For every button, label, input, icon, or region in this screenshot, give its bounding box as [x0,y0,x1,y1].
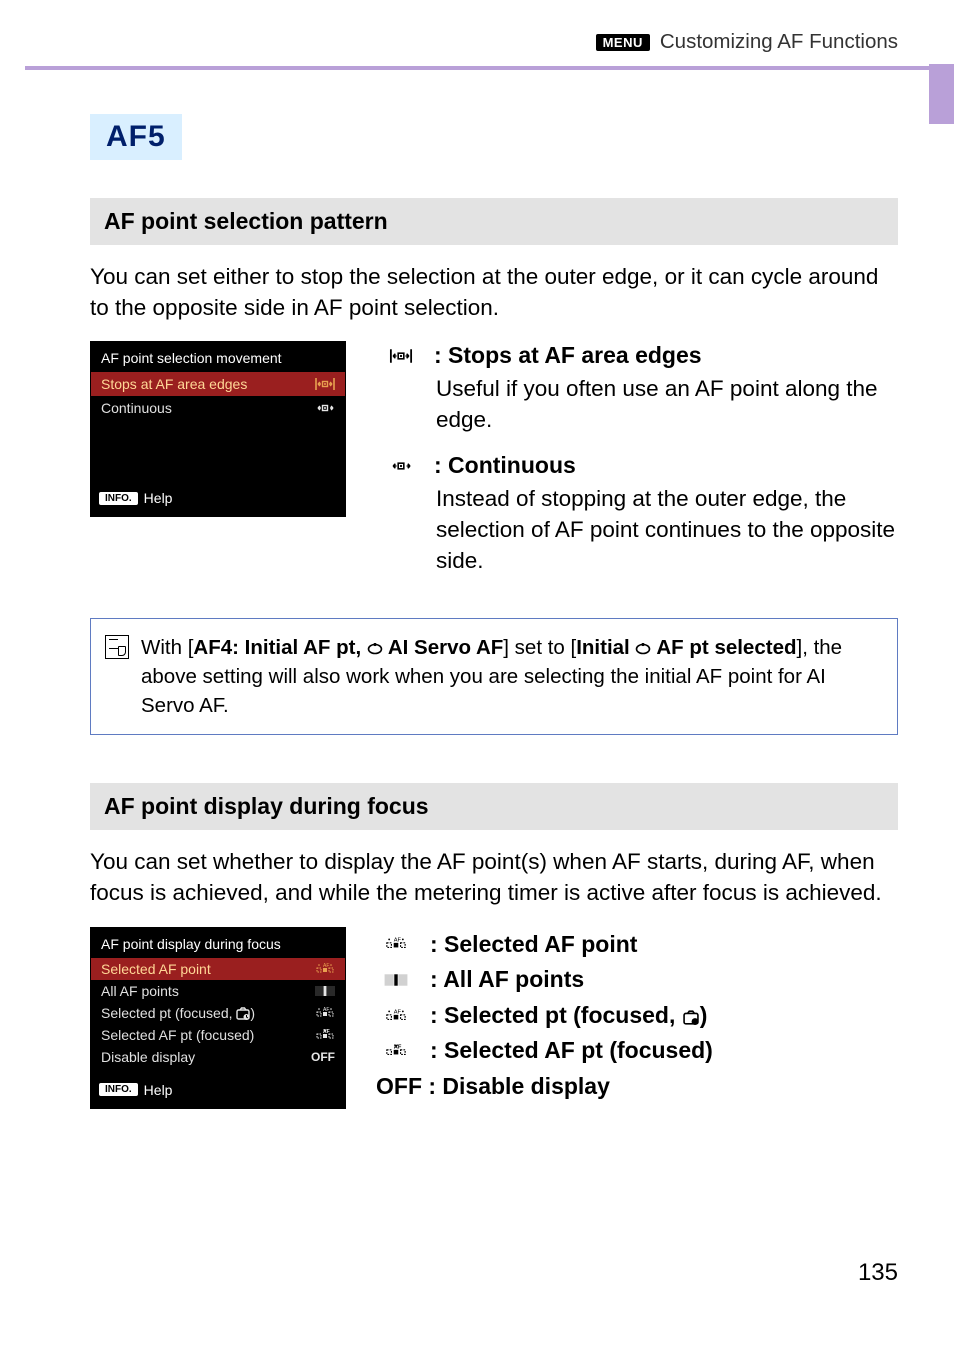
sel-timer-icon [376,1008,416,1024]
off-icon: OFF [311,1050,335,1064]
shot2-title: AF point display during focus [91,928,345,958]
all-icon [376,972,416,988]
stops-edges-icon [376,347,426,365]
af5-badge: AF5 [90,114,182,160]
section-title-1: AF point selection pattern [90,198,898,245]
option-disable-display: OFF : Disable display [376,1069,898,1105]
breadcrumb: MENU Customizing AF Functions [596,30,898,54]
shot1-item-0-label: Stops at AF area edges [101,376,247,392]
help-label-2: Help [144,1082,173,1098]
shot2-item-1[interactable]: All AF points [91,980,345,1002]
menu-badge: MENU [596,34,650,51]
section1-intro: You can set either to stop the selection… [90,261,898,323]
sel-solid-icon [315,1028,335,1042]
wrap-icon [315,400,335,416]
option-selected-pt-focused-timer: : Selected pt (focused, ) [376,998,898,1034]
info-badge[interactable]: INFO. [99,492,138,505]
shot2-item-0[interactable]: Selected AF point [91,958,345,980]
sel-icon [376,936,416,952]
section1-explain: : Stops at AF area edges Useful if you o… [376,341,898,592]
shot2-item-4[interactable]: Disable display OFF [91,1046,345,1068]
breadcrumb-text: Customizing AF Functions [660,30,898,54]
section2-options: : Selected AF point : All AF points : Se… [376,927,898,1105]
note-text: With [AF4: Initial AF pt, AI Servo AF] s… [141,633,879,720]
shot2-item-2[interactable]: Selected pt (focused, ) [91,1002,345,1024]
opt1-desc: Useful if you often use an AF point alon… [436,373,898,435]
shot2-item-3-label: Selected AF pt (focused) [101,1027,254,1043]
header-rule [25,66,929,70]
sel-timer-icon [315,1006,335,1020]
stops-edges-icon [315,376,335,392]
section-tab [929,64,954,124]
section2-intro: You can set whether to display the AF po… [90,846,898,908]
page-number: 135 [0,1139,954,1317]
note-icon [105,635,129,659]
shot2-item-2-label: Selected pt (focused, ) [101,1005,255,1021]
option-selected-af-point: : Selected AF point [376,927,898,963]
shot2-item-1-label: All AF points [101,983,179,999]
shot1-footer: INFO. Help [91,486,345,510]
shot1-title: AF point selection movement [91,342,345,372]
page-header: MENU Customizing AF Functions [0,0,954,60]
wrap-icon [376,457,426,475]
option-all-af-points: : All AF points [376,962,898,998]
shot2-footer: INFO. Help [91,1078,345,1102]
opt1-title: : Stops at AF area edges [434,341,702,371]
page: MENU Customizing AF Functions AF5 AF poi… [0,0,954,1317]
shot1-item-1-label: Continuous [101,400,172,416]
shot1-item-1[interactable]: Continuous [91,396,345,420]
shot2-item-3[interactable]: Selected AF pt (focused) [91,1024,345,1046]
shot1-item-0[interactable]: Stops at AF area edges [91,372,345,396]
section-title-2: AF point display during focus [90,783,898,830]
screenshot-af-point-selection: AF point selection movement Stops at AF … [90,341,346,517]
option-selected-af-pt-focused: : Selected AF pt (focused) [376,1033,898,1069]
screenshot-af-point-display: AF point display during focus Selected A… [90,927,346,1109]
note-block: With [AF4: Initial AF pt, AI Servo AF] s… [90,618,898,735]
all-icon [315,984,335,998]
sel-solid-icon [376,1043,416,1059]
opt2-title: : Continuous [434,451,576,481]
help-label: Help [144,490,173,506]
info-badge-2[interactable]: INFO. [99,1083,138,1096]
opt2-desc: Instead of stopping at the outer edge, t… [436,483,898,576]
shot2-item-0-label: Selected AF point [101,961,211,977]
shot2-item-4-label: Disable display [101,1049,195,1065]
sel-icon [315,962,335,976]
